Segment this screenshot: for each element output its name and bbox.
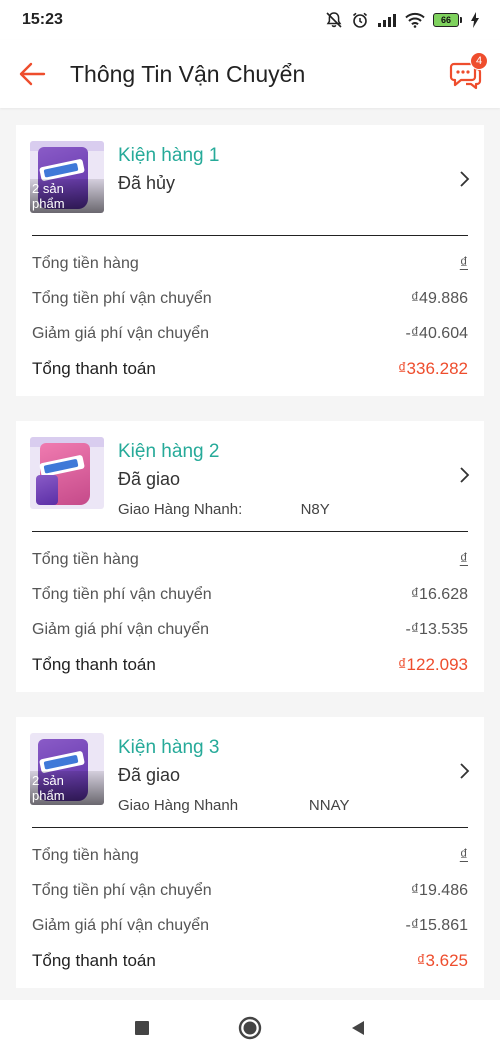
wifi-icon <box>405 12 425 28</box>
shipping-fee-label: Tổng tiền phí vận chuyển <box>32 289 212 307</box>
back-arrow-icon <box>19 62 46 86</box>
package-title: Kiện hàng 3 <box>118 737 220 758</box>
alarm-icon <box>352 12 368 28</box>
status-bar: 15:23 66 <box>0 0 500 40</box>
package-card-2: Kiện hàng 2 Đã giao Giao Hàng Nhanh: N8Y… <box>16 421 484 692</box>
shipping-discount-label: Giảm giá phí vận chuyển <box>32 324 209 342</box>
charging-icon <box>471 12 479 28</box>
product-thumbnail <box>30 437 104 509</box>
chevron-right-icon <box>460 171 470 187</box>
shipping-discount-row: Giảm giá phí vận chuyển -₫15.861 <box>32 908 468 943</box>
total-row: Tổng thanh toán ₫3.625 <box>32 943 468 978</box>
package-status: Đã hủy <box>118 173 176 193</box>
total-label: Tổng thanh toán <box>32 654 156 674</box>
shipping-fee-row: Tổng tiền phí vận chuyển ₫16.628 <box>32 577 468 612</box>
shipping-fee-row: Tổng tiền phí vận chuyển ₫19.486 <box>32 873 468 908</box>
total-value: ₫122.093 <box>397 654 468 674</box>
package-card-3: 2 sản phẩm Kiện hàng 3 Đã giao Giao Hàng… <box>16 717 484 988</box>
subtotal-row: Tổng tiền hàng ₫ <box>32 542 468 577</box>
shipping-fee-label: Tổng tiền phí vận chuyển <box>32 585 212 603</box>
package-header[interactable]: Kiện hàng 2 Đã giao Giao Hàng Nhanh: N8Y <box>16 421 484 531</box>
package-status: Đã giao <box>118 765 181 785</box>
thumbnail-count-overlay: 2 sản phẩm <box>30 179 104 213</box>
chevron-right-icon <box>460 763 470 779</box>
carrier-tracking: Giao Hàng Nhanh: N8Y <box>118 501 330 518</box>
package-summary: Tổng tiền hàng ₫ Tổng tiền phí vận chuyể… <box>16 532 484 692</box>
package-list[interactable]: 2 sản phẩm Kiện hàng 1 Đã hủy Tổng tiền … <box>0 108 500 1004</box>
nav-circle-icon <box>238 1016 262 1040</box>
mute-bell-icon <box>326 12 342 28</box>
total-row: Tổng thanh toán ₫122.093 <box>32 647 468 682</box>
product-thumbnail: 2 sản phẩm <box>30 141 104 213</box>
total-value: ₫3.625 <box>416 950 468 970</box>
subtotal-label: Tổng tiền hàng <box>32 846 139 864</box>
status-time: 15:23 <box>22 11 63 28</box>
package-header[interactable]: 2 sản phẩm Kiện hàng 1 Đã hủy <box>16 125 484 235</box>
shipping-discount-value: -₫15.861 <box>405 916 468 934</box>
shipping-fee-row: Tổng tiền phí vận chuyển ₫49.886 <box>32 281 468 316</box>
battery-indicator: 66 <box>433 13 462 27</box>
total-label: Tổng thanh toán <box>32 358 156 378</box>
total-value: ₫336.282 <box>397 358 468 378</box>
chat-badge: 4 <box>470 52 488 70</box>
shipping-fee-label: Tổng tiền phí vận chuyển <box>32 881 212 899</box>
package-card-1: 2 sản phẩm Kiện hàng 1 Đã hủy Tổng tiền … <box>16 125 484 396</box>
subtotal-value: ₫ <box>459 846 468 864</box>
shipping-fee-value: ₫16.628 <box>410 585 468 603</box>
chevron-right-icon <box>460 467 470 483</box>
page-title: Thông Tin Vận Chuyển <box>70 60 306 87</box>
shipping-discount-value: -₫40.604 <box>405 324 468 342</box>
back-button[interactable] <box>16 58 48 90</box>
subtotal-label: Tổng tiền hàng <box>32 254 139 272</box>
shipping-fee-value: ₫19.486 <box>410 881 468 899</box>
signal-icon <box>378 14 396 27</box>
package-summary: Tổng tiền hàng ₫ Tổng tiền phí vận chuyể… <box>16 236 484 396</box>
package-title: Kiện hàng 1 <box>118 145 220 166</box>
home-button[interactable] <box>236 1014 264 1042</box>
recents-button[interactable] <box>128 1014 156 1042</box>
shipping-fee-value: ₫49.886 <box>410 289 468 307</box>
system-back-button[interactable] <box>344 1014 372 1042</box>
status-icons: 66 <box>325 11 480 29</box>
shipping-discount-row: Giảm giá phí vận chuyển -₫13.535 <box>32 612 468 647</box>
nav-back-triangle-icon <box>352 1021 364 1035</box>
package-title: Kiện hàng 2 <box>118 441 220 462</box>
subtotal-row: Tổng tiền hàng ₫ <box>32 246 468 281</box>
subtotal-row: Tổng tiền hàng ₫ <box>32 838 468 873</box>
battery-level: 66 <box>433 13 459 27</box>
product-thumbnail: 2 sản phẩm <box>30 733 104 805</box>
total-label: Tổng thanh toán <box>32 950 156 970</box>
shipping-discount-row: Giảm giá phí vận chuyển -₫40.604 <box>32 316 468 351</box>
carrier-tracking: Giao Hàng Nhanh NNAY <box>118 797 350 814</box>
package-header[interactable]: 2 sản phẩm Kiện hàng 3 Đã giao Giao Hàng… <box>16 717 484 827</box>
subtotal-value: ₫ <box>459 254 468 272</box>
shipping-discount-label: Giảm giá phí vận chuyển <box>32 620 209 638</box>
subtotal-value: ₫ <box>459 550 468 568</box>
chat-button[interactable]: 4 <box>446 52 488 94</box>
shipping-discount-label: Giảm giá phí vận chuyển <box>32 916 209 934</box>
total-row: Tổng thanh toán ₫336.282 <box>32 351 468 386</box>
package-status: Đã giao <box>118 469 181 489</box>
system-nav-bar <box>0 1000 500 1056</box>
thumbnail-count-overlay: 2 sản phẩm <box>30 771 104 805</box>
shipping-discount-value: -₫13.535 <box>405 620 468 638</box>
nav-square-icon <box>135 1021 149 1035</box>
app-header: Thông Tin Vận Chuyển 4 <box>0 40 500 108</box>
package-summary: Tổng tiền hàng ₫ Tổng tiền phí vận chuyể… <box>16 828 484 988</box>
subtotal-label: Tổng tiền hàng <box>32 550 139 568</box>
